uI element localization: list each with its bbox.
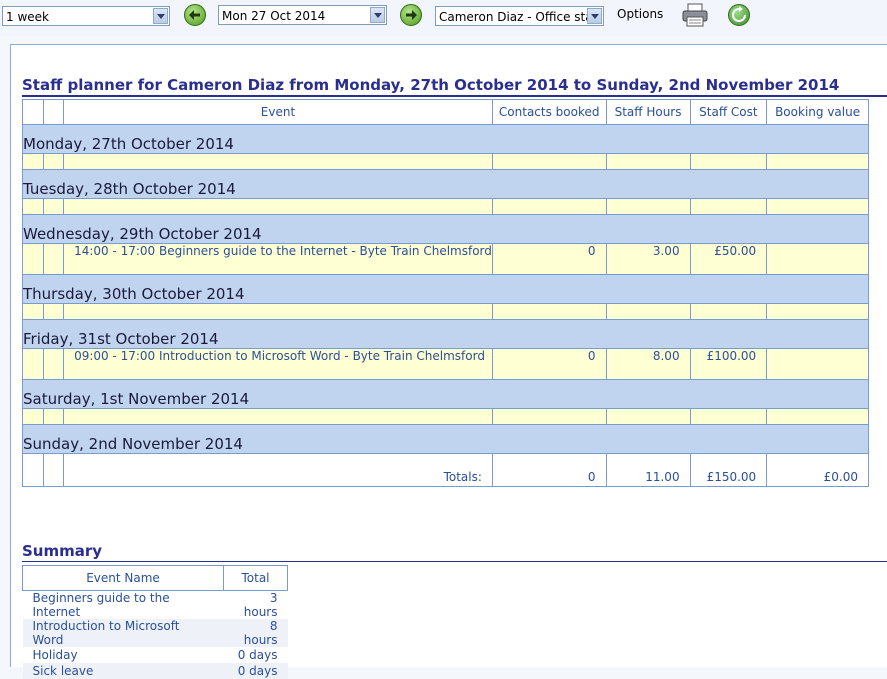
refresh-button[interactable] — [728, 4, 750, 26]
hours-header: Staff Hours — [605, 99, 691, 125]
summary-header-row: Event Name Total — [22, 565, 288, 591]
summary-total: 3 hours — [243, 591, 278, 619]
staff-value: Cameron Diaz - Office staff — [439, 10, 601, 24]
event-header: Event — [63, 99, 493, 125]
hours-cell: 8.00 — [605, 348, 691, 380]
event-link[interactable]: 09:00 - 17:00 Introduction to Microsoft … — [63, 348, 493, 380]
day-label: Saturday, 1st November 2014 — [22, 379, 869, 409]
event-name-header: Event Name — [22, 565, 224, 591]
event-row[interactable]: 14:00 - 17:00 Beginners guide to the Int… — [22, 243, 869, 275]
day-row: Saturday, 1st November 2014 — [22, 379, 869, 409]
planner-table: Event Contacts booked Staff Hours Staff … — [22, 99, 869, 487]
empty-row — [22, 303, 869, 320]
day-label: Monday, 27th October 2014 — [22, 124, 869, 154]
day-label: Friday, 31st October 2014 — [22, 319, 869, 349]
date-value: Mon 27 Oct 2014 — [222, 9, 326, 23]
summary-title: Summary — [22, 542, 103, 560]
contacts-cell: 0 — [491, 243, 607, 275]
title-divider — [22, 95, 887, 97]
cost-header: Staff Cost — [689, 99, 768, 125]
chevron-down-icon[interactable] — [587, 8, 602, 24]
event-row[interactable]: 09:00 - 17:00 Introduction to Microsoft … — [22, 348, 869, 380]
previous-button[interactable] — [184, 4, 206, 26]
day-row: Friday, 31st October 2014 — [22, 319, 869, 349]
date-select[interactable]: Mon 27 Oct 2014 — [218, 5, 387, 25]
summary-row: Beginners guide to the Internet 3 hours — [23, 591, 288, 619]
next-button[interactable] — [400, 4, 422, 26]
period-select[interactable]: 1 week — [2, 6, 170, 26]
totals-label: Totals: — [63, 453, 493, 487]
print-button[interactable] — [682, 3, 708, 27]
cost-cell: £100.00 — [689, 348, 768, 380]
totals-cost: £150.00 — [689, 453, 768, 487]
event-link[interactable]: 14:00 - 17:00 Beginners guide to the Int… — [63, 243, 493, 275]
day-label: Sunday, 2nd November 2014 — [22, 424, 869, 454]
totals-contacts: 0 — [491, 453, 607, 487]
staff-select[interactable]: Cameron Diaz - Office staff — [435, 6, 604, 26]
day-label: Wednesday, 29th October 2014 — [22, 214, 869, 244]
period-value: 1 week — [6, 10, 49, 24]
summary-row: Sick leave 0 days — [22, 663, 288, 679]
day-label: Tuesday, 28th October 2014 — [22, 169, 869, 199]
arrow-right-icon — [406, 10, 417, 20]
contacts-header: Contacts booked — [491, 99, 607, 125]
summary-event-name: Introduction to Microsoft Word — [22, 619, 224, 647]
totals-value: £0.00 — [766, 453, 869, 487]
day-row: Wednesday, 29th October 2014 — [22, 214, 869, 244]
summary-event-name: Holiday — [32, 648, 78, 662]
hours-cell: 3.00 — [605, 243, 691, 275]
summary-divider — [22, 561, 887, 562]
value-cell — [766, 243, 869, 275]
empty-row — [22, 198, 869, 215]
day-row: Sunday, 2nd November 2014 — [22, 424, 869, 454]
summary-row: Holiday 0 days — [23, 647, 288, 663]
header-row: Event Contacts booked Staff Hours Staff … — [22, 99, 869, 125]
total-header: Total — [223, 565, 288, 591]
cost-cell: £50.00 — [689, 243, 768, 275]
empty-row — [22, 408, 869, 425]
totals-row: Totals: 0 11.00 £150.00 £0.00 — [22, 453, 869, 487]
arrow-left-icon — [189, 10, 200, 20]
day-row: Monday, 27th October 2014 — [22, 124, 869, 154]
value-header: Booking value — [766, 99, 869, 125]
page-title: Staff planner for Cameron Diaz from Mond… — [22, 76, 840, 94]
day-row: Tuesday, 28th October 2014 — [22, 169, 869, 199]
summary-total: 0 days — [223, 663, 288, 679]
refresh-icon — [732, 6, 746, 22]
contacts-cell: 0 — [491, 348, 607, 380]
summary-total: 8 hours — [223, 619, 288, 647]
summary-row: Introduction to Microsoft Word 8 hours — [22, 619, 288, 647]
summary-event-name: Sick leave — [22, 663, 224, 679]
summary-total: 0 days — [237, 648, 278, 662]
summary-table: Event Name Total Beginners guide to the … — [22, 565, 288, 679]
chevron-down-icon[interactable] — [153, 8, 168, 24]
empty-row — [22, 153, 869, 170]
chevron-down-icon[interactable] — [370, 7, 385, 23]
options-button[interactable]: Options — [617, 7, 663, 21]
day-row: Thursday, 30th October 2014 — [22, 274, 869, 304]
printer-icon — [682, 3, 708, 27]
value-cell — [766, 348, 869, 380]
day-label: Thursday, 30th October 2014 — [22, 274, 869, 304]
toolbar: 1 week Mon 27 Oct 2014 Cameron Diaz - Of… — [0, 0, 887, 36]
totals-hours: 11.00 — [605, 453, 691, 487]
summary-event-name: Beginners guide to the Internet — [32, 591, 170, 619]
